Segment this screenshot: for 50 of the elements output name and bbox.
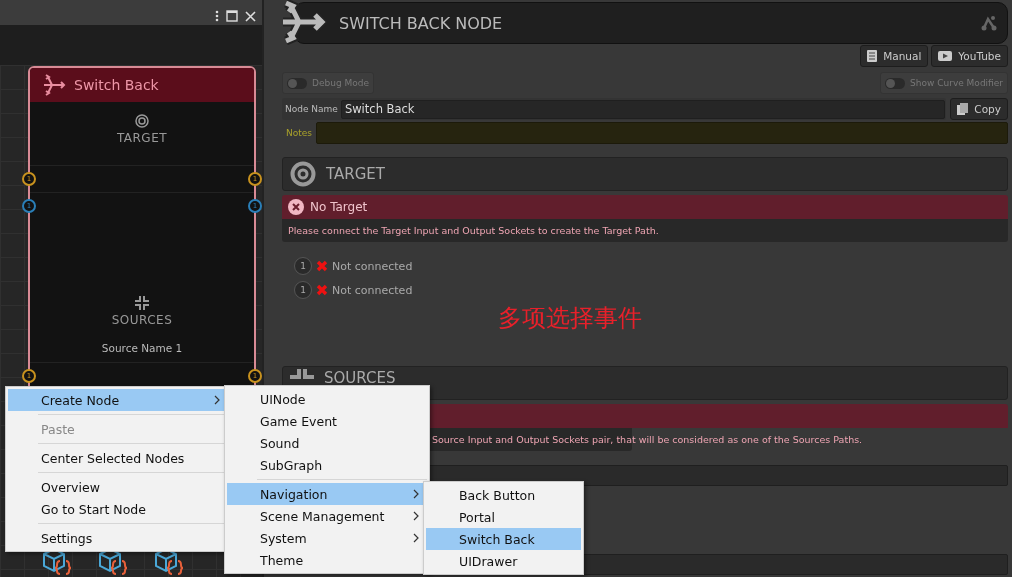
chevron-right-icon — [413, 511, 419, 521]
menu-item[interactable]: Theme — [227, 549, 427, 571]
menu-item[interactable]: Portal — [426, 506, 581, 528]
annotation-text: 多项选择事件 — [498, 303, 642, 334]
node-type-title: SWITCH BACK NODE — [339, 13, 504, 33]
close-icon[interactable] — [245, 10, 256, 22]
more-icon[interactable] — [215, 10, 219, 22]
menu-item[interactable]: System — [227, 527, 427, 549]
menu-item[interactable]: UIDrawer — [426, 550, 581, 572]
field-label: Node Name — [285, 104, 338, 114]
socket-number: 1 — [294, 281, 312, 299]
copy-icon — [957, 103, 969, 115]
menu-item[interactable]: Settings — [8, 527, 228, 549]
logo-icon — [981, 15, 997, 31]
connection-status: Not connected — [332, 259, 413, 273]
section-header[interactable]: TARGET — [282, 157, 1008, 191]
error-icon — [288, 199, 304, 215]
youtube-button[interactable]: YouTube — [931, 45, 1008, 67]
source-name: Source Name 1 — [101, 342, 183, 354]
field-label: Notes — [285, 128, 312, 138]
book-icon — [867, 50, 878, 62]
manual-button[interactable]: Manual — [860, 45, 929, 67]
chevron-right-icon — [413, 489, 419, 499]
error-message: Please connect the Target Input and Output Sockets to create the Target Path. — [288, 225, 659, 236]
split-arrows-icon — [42, 74, 66, 96]
section-title: SOURCES — [324, 369, 396, 387]
menu-item[interactable]: Back Button — [426, 484, 581, 506]
cross-icon — [316, 284, 328, 296]
compress-icon — [135, 296, 149, 310]
section-title: TARGET — [326, 165, 385, 183]
node-title: Switch Back — [74, 77, 159, 93]
target-icon — [290, 161, 316, 187]
chevron-right-icon — [214, 395, 220, 405]
connection-status: Not connected — [332, 283, 413, 297]
cross-icon — [316, 260, 328, 272]
play-icon — [938, 51, 953, 61]
error-message: Source Input and Output Sockets pair, that will be considered as one of the Sources Paths. — [432, 434, 863, 445]
notes-field[interactable] — [316, 122, 1008, 144]
socket-number: 1 — [294, 257, 312, 275]
section-label: SOURCES — [111, 313, 173, 327]
compress-icon — [290, 369, 314, 379]
input-field[interactable] — [427, 465, 1008, 486]
menu-item[interactable]: Switch Back — [426, 528, 581, 550]
copy-button[interactable]: Copy — [950, 98, 1008, 120]
error-title: No Target — [310, 200, 368, 214]
chevron-right-icon — [413, 533, 419, 543]
node-name-field[interactable]: Switch Back — [340, 99, 946, 119]
maximize-icon[interactable] — [226, 10, 238, 22]
target-icon — [135, 114, 149, 128]
section-label: TARGET — [116, 131, 168, 145]
